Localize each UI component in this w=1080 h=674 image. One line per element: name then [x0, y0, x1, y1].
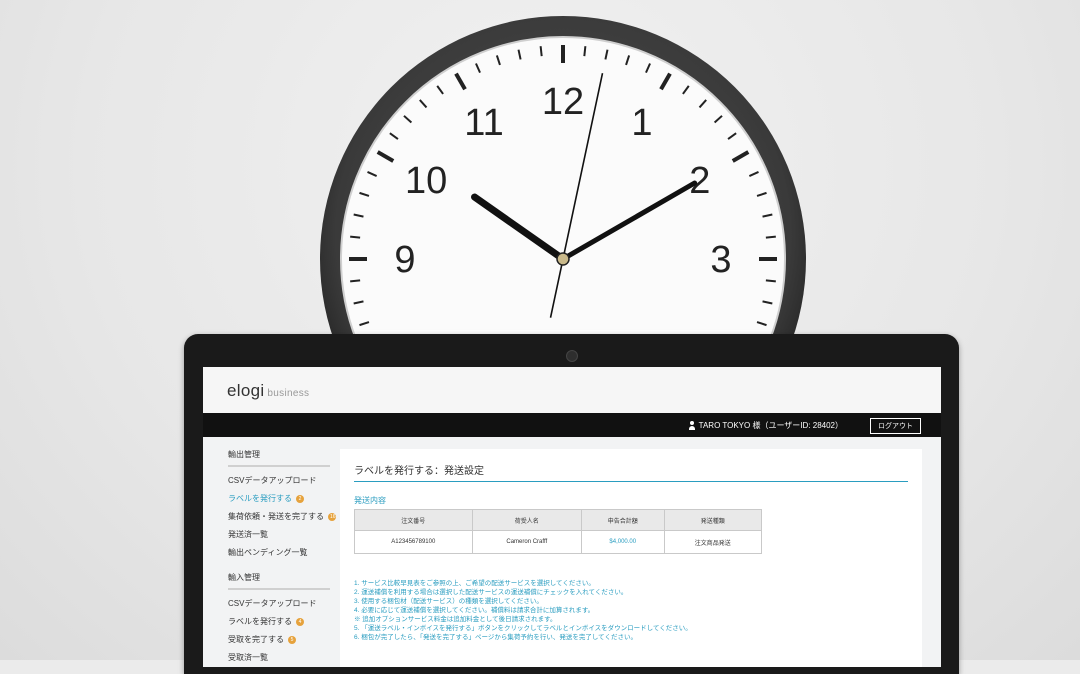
clock-tick [539, 46, 543, 57]
logout-button[interactable]: ログアウト [870, 418, 921, 434]
sidebar-item-export-pending-list[interactable]: 輸出ペンディング一覧 [228, 547, 330, 558]
count-badge: 2 [296, 494, 304, 503]
sidebar-section-title: 輸入管理 [228, 572, 330, 590]
instruction-line: 6. 梱包が完了したら、「発送を完了する」ページから集荷予約を行い、発送を完了し… [354, 634, 637, 641]
instruction-line: 4. 必要に応じて運送補償を選択してください。補償料は請求合計に加算されます。 [354, 607, 595, 614]
column-header: 発送種類 [663, 509, 762, 531]
logo-sub: business [267, 388, 310, 399]
shipment-table: 注文番号 荷受人名 申告合計額 発送種類 A123456789100 Camer… [354, 509, 762, 554]
sidebar-item-label: 発送済一覧 [228, 530, 268, 539]
clock-numeral: 1 [631, 102, 652, 144]
sidebar-item-label: CSVデータアップロード [228, 599, 317, 608]
clock-numeral: 2 [689, 160, 710, 202]
clock-center-cap [556, 252, 570, 266]
cell-order-number: A123456789100 [354, 530, 473, 554]
clock-tick [583, 46, 587, 57]
clock-numeral: 10 [405, 160, 447, 202]
clock-tick [765, 279, 776, 283]
table-row: A123456789100 Cameron Crafff $4,000.00 注… [354, 530, 762, 554]
clock-numeral: 12 [542, 81, 584, 123]
app-header: elogi business [203, 367, 941, 413]
clock-tick [350, 235, 361, 239]
column-header: 荷受人名 [471, 509, 583, 531]
webcam [566, 350, 578, 362]
count-badge: 4 [296, 617, 304, 626]
sidebar-item-label: 受取済一覧 [228, 653, 268, 662]
sidebar-item-import-csv-upload[interactable]: CSVデータアップロード [228, 598, 330, 609]
laptop: elogi business TARO TOKYO 様（ユーザーID: 28402… [184, 334, 959, 674]
sidebar-item-export-pickup-complete[interactable]: 集荷依頼・発送を完了する 16 [228, 511, 336, 522]
clock-numeral: 3 [710, 239, 731, 281]
title-divider [354, 481, 908, 482]
sidebar-item-export-shipped-list[interactable]: 発送済一覧 [228, 529, 330, 540]
instructions: 1. サービス比較早見表をご参照の上、ご希望の配送サービスを選択してください。 … [354, 579, 692, 642]
sidebar-section-import: 輸入管理 CSVデータアップロード ラベルを発行する 4 受取を完了する 5 受取済… [228, 572, 330, 663]
sidebar-item-import-receive-complete[interactable]: 受取を完了する 5 [228, 634, 330, 645]
user-icon [688, 421, 695, 430]
sidebar-item-label: 輸出ペンディング一覧 [228, 548, 308, 557]
sidebar-item-label: 受取を完了する [228, 635, 284, 644]
main-panel: ラベルを発行する：発送設定 発送内容 注文番号 荷受人名 申告合計額 発送種類 … [340, 449, 922, 667]
instruction-line: 1. サービス比較早見表をご参照の上、ご希望の配送サービスを選択してください。 [354, 580, 595, 587]
sidebar-section-export: 輸出管理 CSVデータアップロード ラベルを発行する 2 集荷依頼・発送を完了する… [228, 449, 336, 558]
sidebar: 輸出管理 CSVデータアップロード ラベルを発行する 2 集荷依頼・発送を完了する… [228, 449, 336, 667]
sidebar-item-label: ラベルを発行する [228, 617, 292, 626]
user-info: TARO TOKYO 様（ユーザーID: 28402） [688, 420, 843, 431]
user-label: TARO TOKYO 様（ユーザーID: 28402） [698, 421, 843, 430]
page-title: ラベルを発行する：発送設定 [354, 466, 484, 477]
sidebar-item-label: CSVデータアップロード [228, 476, 317, 485]
cell-shipment-type: 注文商品発送 [663, 530, 762, 554]
instruction-line: 2. 運送補償を利用する場合は選択した配送サービスの運送補償にチェックを入れてく… [354, 589, 628, 596]
app-logo[interactable]: elogi business [227, 381, 309, 401]
table-header-row: 注文番号 荷受人名 申告合計額 発送種類 [354, 509, 762, 531]
sidebar-item-export-csv-upload[interactable]: CSVデータアップロード [228, 475, 330, 486]
user-bar: TARO TOKYO 様（ユーザーID: 28402） ログアウト [203, 413, 941, 437]
sidebar-item-export-issue-label[interactable]: ラベルを発行する 2 [228, 493, 330, 504]
sidebar-item-import-received-list[interactable]: 受取済一覧 [228, 652, 330, 663]
sidebar-section-title: 輸出管理 [228, 449, 330, 467]
clock-numeral: 9 [394, 239, 415, 281]
instruction-line: 3. 使用する梱包材（配送サービス）の種類を選択してください。 [354, 598, 543, 605]
cell-declared-total: $4,000.00 [581, 530, 665, 554]
column-header: 申告合計額 [581, 509, 665, 531]
count-badge: 5 [288, 635, 296, 644]
instruction-line: 5. 「運送ラベル・インボイスを発行する」ボタンをクリックしてラベルとインボイス… [354, 625, 692, 632]
laptop-screen: elogi business TARO TOKYO 様（ユーザーID: 28402… [203, 367, 941, 667]
clock-tick [765, 235, 776, 239]
column-header: 注文番号 [354, 509, 473, 531]
sidebar-item-label: ラベルを発行する [228, 494, 292, 503]
section-heading: 発送内容 [354, 496, 386, 505]
sidebar-item-import-issue-label[interactable]: ラベルを発行する 4 [228, 616, 330, 627]
count-badge: 16 [328, 512, 336, 521]
instruction-line: ※ 追加オプションサービス料金は追加料金として後日請求されます。 [354, 616, 557, 623]
sidebar-item-label: 集荷依頼・発送を完了する [228, 512, 324, 521]
logo-main: elogi [227, 381, 265, 400]
cell-consignee: Cameron Crafff [471, 530, 583, 554]
clock-tick [350, 279, 361, 283]
clock-numeral: 11 [464, 102, 503, 144]
